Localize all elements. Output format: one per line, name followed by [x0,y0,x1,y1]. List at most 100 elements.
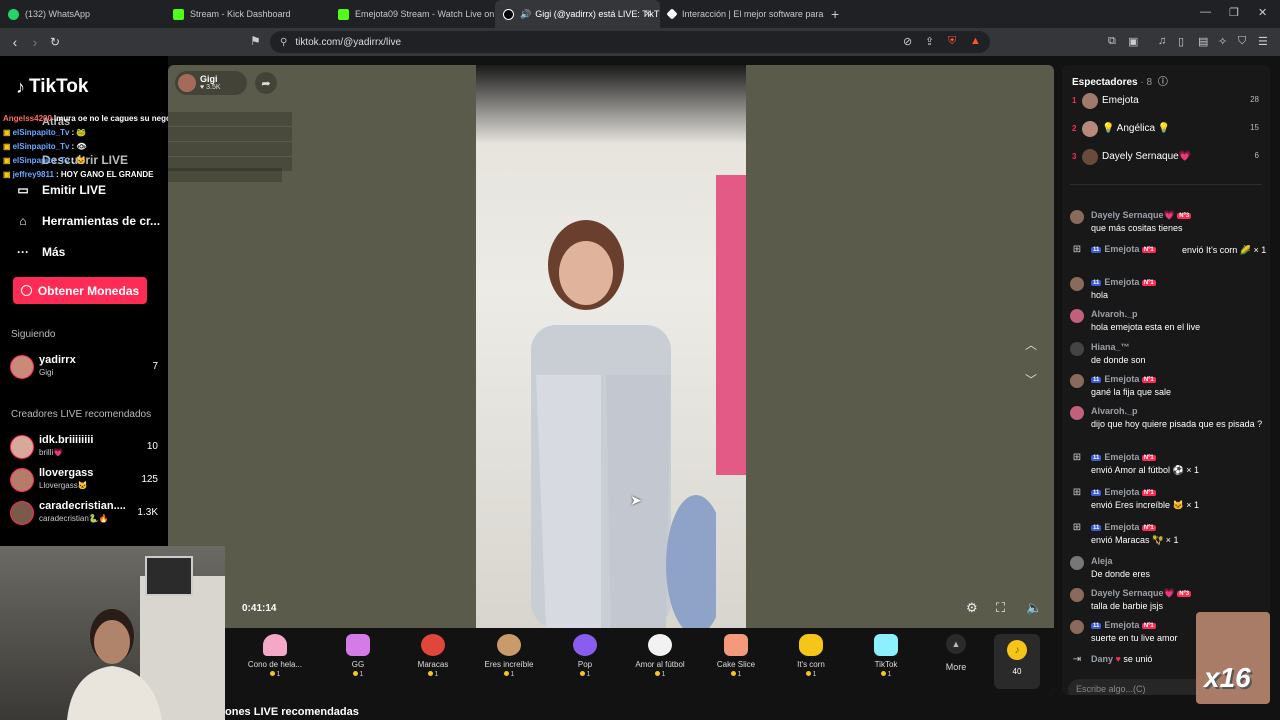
tiktok-gift-icon [874,634,898,656]
tab-whatsapp[interactable]: (132) WhatsApp [0,0,165,28]
wallet-icon[interactable]: ▤ [1198,35,1208,48]
streamer-figure [531,220,716,628]
url-field[interactable]: ⚲ tiktok.com/@yadirrx/live [270,31,990,53]
gift-icon: ⊞ [1072,244,1082,255]
nav-more[interactable]: ··· Más [16,245,65,259]
gg-icon [346,634,370,656]
avatar [1070,374,1084,388]
minimize-icon[interactable]: — [1200,6,1211,18]
next-live-button[interactable]: ﹀ [1018,366,1044,392]
camera-icon: ▭ [17,183,29,197]
screenshot-icon[interactable]: ▣ [1128,35,1138,48]
host-info[interactable]: Gigi ♥ 3.5K [175,71,247,95]
gift-pop[interactable]: Pop 1 [550,634,620,678]
home-icon: ⌂ [19,214,27,228]
new-tab-button[interactable]: + [831,6,839,22]
avatar [1082,149,1098,165]
menu-icon[interactable]: ☰ [1258,35,1268,48]
coin-icon: ♪ [1007,640,1027,660]
gift-ice-cream[interactable]: Cono de hela... 1 [240,634,310,678]
viewers-header[interactable]: Espectadores · 8 ⓘ [1072,73,1168,88]
recommended-item[interactable]: caradecristian.... caradecristian🐍🔥 1.3K [10,499,160,527]
get-coins-button[interactable]: Obtener Monedas [13,277,147,304]
following-item[interactable]: yadirrx Gigi 7 [10,353,160,381]
chevron-up-icon: ▲ [946,634,966,654]
tiktok-live-page: ♪ TikTok Atrás Descubrir LIVE ▭ Emitir L… [0,56,1280,720]
close-tab-icon[interactable]: ✕ [644,9,652,20]
recommended-item[interactable]: llovergass Llovergass🐱 125 [10,466,160,494]
volume-icon[interactable]: 🔈 [1026,600,1042,616]
cat-icon [497,634,521,656]
kick-icon [338,8,349,20]
ranking-row[interactable]: 2 💡 Angélica 💡 15 [1072,120,1267,140]
avatar [1070,588,1084,602]
speaker-icon: 🔊 [520,8,532,19]
info-icon[interactable]: ⓘ [1158,77,1168,88]
maximize-icon[interactable]: ❐ [1229,6,1239,19]
bookmark-icon[interactable]: ⚑ [250,34,261,48]
sidebar-toggle-icon[interactable]: ▯ [1178,35,1184,48]
site-info-icon[interactable]: ⚲ [280,37,287,48]
mouse-cursor-icon: ➤ [630,492,642,508]
share-page-icon[interactable]: ⇪ [925,35,934,48]
reload-icon[interactable]: ↻ [45,35,65,49]
webcam-overlay [0,546,225,720]
tab-kick-dashboard[interactable]: Stream - Kick Dashboard [165,0,330,28]
url-text: tiktok.com/@yadirrx/live [295,36,402,48]
address-bar: ‹ › ↻ ⚑ ⚲ tiktok.com/@yadirrx/live ⊘ ⇪ ⛨… [0,28,1280,56]
football-icon [648,634,672,656]
gift-amor-futbol[interactable]: Amor al fútbol 1 [625,634,695,678]
ranking-row[interactable]: 1 Emejota 28 [1072,92,1267,112]
nav-go-live[interactable]: ▭ Emitir LIVE [16,183,106,197]
gift-cake-slice[interactable]: Cake Slice 1 [701,634,771,678]
tiktok-icon [503,8,514,20]
live-video[interactable] [476,65,746,628]
gift-icon: ⊞ [1072,452,1082,463]
live-timer: 0:41:14 [242,603,277,614]
previous-live-button[interactable]: ︿ [1018,331,1044,357]
following-title: Siguiendo [11,329,56,340]
tab-tiktok-live[interactable]: 🔊 Gigi (@yadirrx) está LIVE: TikT ✕ [495,0,660,28]
settings-icon[interactable]: ⚙ [966,600,978,616]
tab-kick-stream[interactable]: Emejota09 Stream - Watch Live on Ki [330,0,495,28]
combo-overlay: x16 [1196,612,1270,704]
fullscreen-icon[interactable]: ⛶ [996,600,1005,616]
vpn-icon[interactable]: ⛉ [1238,35,1246,48]
chat-input[interactable]: Escribe algo...(C) [1068,679,1208,695]
share-button[interactable]: ➦ [255,72,277,94]
gift-its-corn[interactable]: It's corn 1 [776,634,846,678]
no-tracking-icon[interactable]: ⊘ [903,35,912,48]
avatar [10,355,34,379]
recommended-item[interactable]: idk.briiiiiiii brilli💗 10 [10,433,160,461]
leo-ai-icon[interactable]: ✧ [1218,35,1227,48]
extensions-icon[interactable]: ⧉ [1108,35,1116,48]
join-icon: ⇥ [1072,654,1082,665]
nav-creator-tools[interactable]: ⌂ Herramientas de cr... [16,214,160,228]
avatar [10,435,34,459]
live-player[interactable]: Gigi ♥ 3.5K ➦ ︿ ﹀ 0:41:14 ⚙ ⛶ 🔈 Cono de … [168,65,1054,695]
avatar [1082,93,1098,109]
host-avatar [178,74,196,92]
ranking-row[interactable]: 3 Dayely Sernaque💗 6 [1072,148,1267,168]
gift-gg[interactable]: GG 1 [323,634,393,678]
coin-balance-button[interactable]: ♪ 40 [994,634,1040,689]
gift-maracas[interactable]: Maracas 1 [398,634,468,678]
gift-tiktok[interactable]: TikTok 1 [851,634,921,678]
close-window-icon[interactable]: ✕ [1258,6,1267,19]
brave-rewards-icon[interactable]: ▲ [970,35,981,47]
webcam-poster [145,556,193,596]
brave-shield-icon[interactable]: ⛨ [948,35,956,48]
kick-badge-icon: ▣ [3,141,11,151]
gift-eres-increible[interactable]: Eres increíble 1 [474,634,544,678]
media-icon[interactable]: ♫ [1158,35,1166,47]
divider [1070,184,1262,185]
gift-icon: ⊞ [1072,522,1082,533]
tiktok-logo[interactable]: ♪ TikTok [16,76,88,98]
tab-interaccion[interactable]: Interacción | El mejor software para [660,0,825,28]
forward-arrow-icon[interactable]: › [25,34,45,50]
ice-cream-icon [263,634,287,656]
heart-icon: ♥ [1115,654,1121,664]
back-arrow-icon[interactable]: ‹ [5,34,25,50]
avatar [1070,556,1084,570]
more-gifts-button[interactable]: ▲ More [936,634,976,672]
